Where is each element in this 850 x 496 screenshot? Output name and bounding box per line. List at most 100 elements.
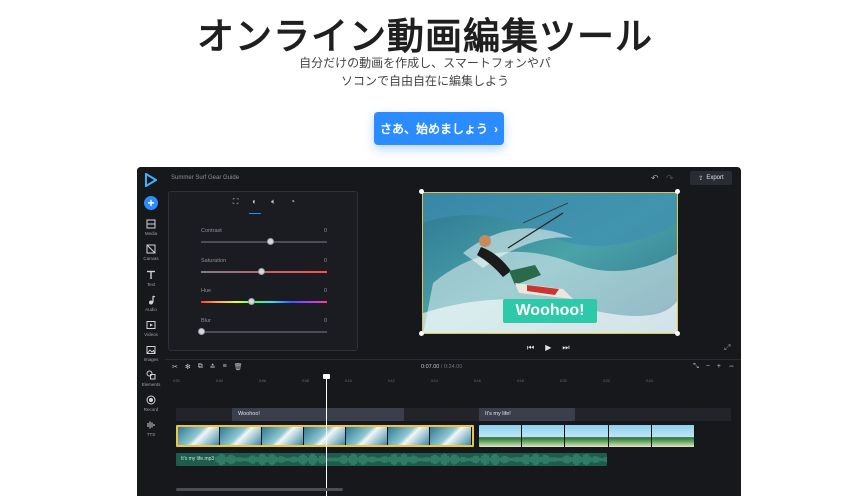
panel-tabs: ⛶ ◐ 🔈︎ ◔ [169,197,359,209]
project-title[interactable]: Summer Surf Gear Guide [171,175,239,181]
playhead-handle[interactable] [323,374,330,379]
sidebar-item-text[interactable]: Text [137,270,165,287]
get-started-button[interactable]: さあ、始めましょう › [374,112,504,145]
hue-label: Hue [201,288,212,294]
duplicate-icon[interactable]: ⧉ [198,363,203,371]
contrast-track[interactable] [201,241,327,243]
saturation-knob[interactable] [257,268,265,275]
video-frame [479,425,523,447]
editor-app: + Media Canvas Text Audio Videos Images … [137,167,741,496]
zoom-controls: ⤡ − + ⇔ [693,363,735,371]
total-time: 0:24.00 [443,364,463,370]
text-clip-woohoo[interactable]: Woohoo! [232,408,404,421]
logo-icon [145,173,157,187]
video-clip-palms[interactable] [479,425,695,447]
speed-icon[interactable]: ◔ [289,197,297,207]
sidebar-label-videos: Videos [144,332,158,337]
zoom-out-icon[interactable]: − [706,363,710,371]
sidebar-item-tts[interactable]: TTS [137,420,165,437]
sidebar-item-record[interactable]: Record [137,395,165,412]
sidebar: + Media Canvas Text Audio Videos Images … [137,167,165,496]
resize-handle-bl[interactable] [419,331,424,336]
zoom-in-icon[interactable]: + [717,363,721,371]
video-preview[interactable]: Woohoo! [422,192,678,334]
caption-overlay[interactable]: Woohoo! [503,299,597,323]
scissors-icon[interactable]: ✂ [172,363,178,371]
video-frame [388,427,430,445]
ruler-tick: 0:24 [646,379,653,383]
contrast-knob[interactable] [266,238,274,245]
sidebar-item-videos[interactable]: Videos [137,320,165,337]
skip-back-icon[interactable]: ⏮ [527,343,534,353]
undo-icon[interactable]: ↶ [651,173,659,184]
timeline-ruler[interactable]: 0:02 0:04 0:06 0:08 0:10 0:12 0:14 0:16 0:18 0:20… [165,377,741,387]
sidebar-label-audio: Audio [145,307,157,312]
playhead[interactable] [326,375,327,496]
resize-handle-tr[interactable] [675,189,680,194]
playback-controls: ⏮ ▶ ⏭ [527,343,570,353]
export-button[interactable]: ⇪ Export [690,171,732,185]
adjust-icon[interactable]: ◐ [251,197,259,207]
saturation-value: 0 [323,258,327,264]
subtitle-line-1: 自分だけの動画を作成し、スマートフォンやパ [299,56,551,70]
record-icon [146,395,156,405]
crop-icon[interactable]: ⛶ [232,197,240,207]
blur-track[interactable] [201,331,327,333]
redo-icon[interactable]: ↷ [666,173,674,184]
expand-icon[interactable]: ⇔ [728,363,735,371]
blur-value: 0 [323,318,327,324]
ruler-tick: 0:02 [173,379,180,383]
sidebar-item-media[interactable]: Media [137,219,165,236]
contrast-label: Contrast [201,228,222,234]
video-frame [522,425,566,447]
sidebar-label-images: Images [143,357,159,362]
fullscreen-icon[interactable]: ⤢ [724,343,730,353]
trash-icon[interactable]: 🗑︎ [234,363,243,371]
align-icon[interactable]: ≛ [210,363,216,371]
audio-icon [149,295,156,305]
snowflake-icon[interactable]: ✻ [185,363,191,371]
sidebar-label-canvas: Canvas [143,256,159,261]
text-clip-its-my-life[interactable]: It's my life! [479,408,575,421]
chevron-right-icon: › [494,121,498,136]
get-started-label: さあ、始めましょう [379,122,488,136]
hue-track[interactable] [201,301,327,303]
ruler-tick: 0:04 [216,379,223,383]
volume-icon[interactable]: 🔈︎ [270,197,278,207]
sidebar-item-audio[interactable]: Audio [137,295,165,312]
resize-handle-br[interactable] [675,331,680,336]
video-clip-surf[interactable] [176,425,474,447]
add-button[interactable]: + [144,196,158,210]
resize-handle-tl[interactable] [419,189,424,194]
split-icon[interactable]: ≡ [223,363,227,371]
skip-forward-icon[interactable]: ⏭ [562,343,569,353]
video-frame [262,427,304,445]
waveform [215,453,607,466]
waveform-path [215,453,607,466]
blur-knob[interactable] [197,328,205,335]
sidebar-item-canvas[interactable]: Canvas [137,244,165,261]
ruler-tick: 0:10 [345,379,352,383]
videos-icon [146,321,156,329]
sidebar-label-record: Record [143,407,159,412]
ruler-tick: 0:06 [259,379,266,383]
sidebar-label-text: Text [146,282,156,287]
sidebar-label-tts: TTS [146,432,156,437]
adjust-panel: ⛶ ◐ 🔈︎ ◔ Contrast 0 Saturation 0 Hue 0 B… [168,191,358,351]
audio-clip[interactable]: It's my life.mp3 [176,453,607,466]
time-separator: / [440,364,443,370]
ruler-tick: 0:12 [388,379,395,383]
timeline-scrollbar[interactable] [176,488,343,491]
ruler-tick: 0:18 [517,379,524,383]
hue-knob[interactable] [247,298,255,305]
play-icon[interactable]: ▶ [545,343,551,353]
elements-icon [146,370,156,380]
sidebar-item-elements[interactable]: Elements [137,370,165,387]
timeline-toolbar: ✂ ✻ ⧉ ≛ ≡ 🗑︎ 0:07.00 / 0:24.00 ⤡ − + ⇔ [165,359,741,373]
saturation-label: Saturation [201,258,227,264]
video-frame [565,425,609,447]
fit-icon[interactable]: ⤡ [693,363,699,371]
sidebar-item-images[interactable]: Images [137,345,165,362]
ruler-tick: 0:20 [560,379,567,383]
media-icon [146,219,156,229]
